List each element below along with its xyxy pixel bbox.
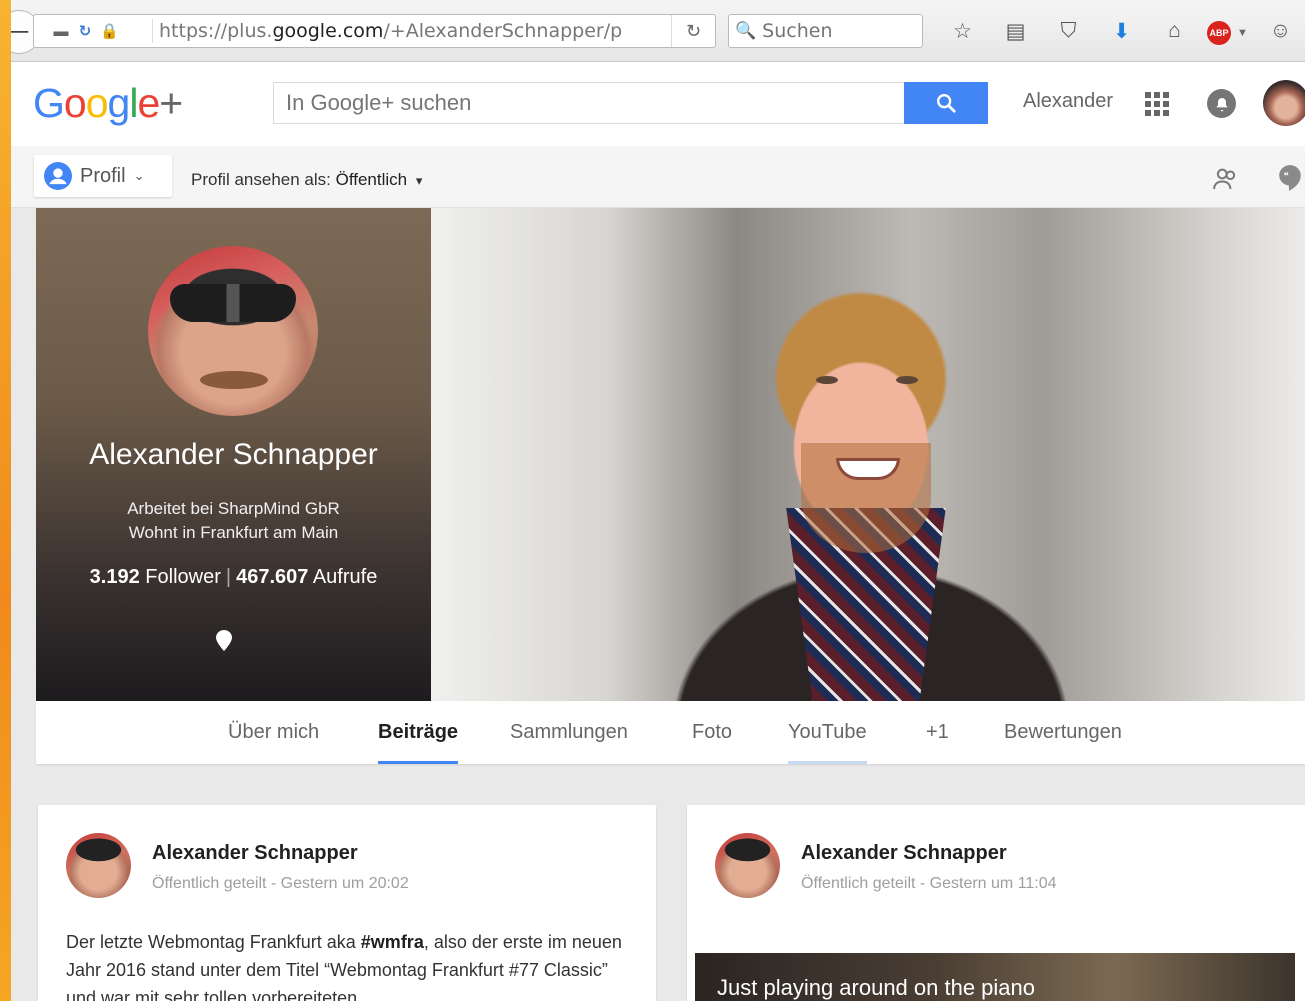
profile-work: Arbeitet bei SharpMind GbR: [127, 499, 340, 518]
tab-photos[interactable]: Foto: [692, 721, 732, 764]
url-text[interactable]: https://plus.google.com/+AlexanderSchnap…: [152, 19, 671, 43]
profile-menu-button[interactable]: Profil ⌄: [34, 155, 172, 197]
browser-toolbar: 🡐 ▬ ↻ 🔒 https://plus.google.com/+Alexand…: [11, 0, 1305, 62]
home-icon[interactable]: ⌂: [1148, 19, 1201, 43]
post-meta: Öffentlich geteilt - Gestern um 11:04: [801, 875, 1057, 892]
profile-tabs: Über mich Beiträge Sammlungen Foto YouTu…: [36, 701, 1305, 764]
tab-posts[interactable]: Beiträge: [378, 721, 459, 764]
followers-count: 3.192: [89, 566, 140, 588]
post-author-name[interactable]: Alexander Schnapper: [152, 842, 358, 865]
tab-reviews[interactable]: Bewertungen: [1004, 721, 1122, 764]
browser-toolbar-icons: ☆ ▤ ⛉ ⬇ ⌂ ABP ▼ ☺: [936, 14, 1305, 48]
bookmark-star-icon[interactable]: ☆: [936, 19, 989, 44]
url-bar-icons: ▬ ↻ 🔒: [34, 22, 152, 41]
apps-grid-icon[interactable]: [1145, 92, 1169, 116]
profile-cover: Alexander Schnapper Arbeitet bei SharpMi…: [36, 208, 1305, 701]
profile-name: Alexander Schnapper: [89, 438, 378, 471]
magnifier-icon: 🔍: [735, 21, 757, 40]
notifications-bell-icon[interactable]: [1207, 89, 1236, 118]
person-icon: [44, 162, 72, 190]
lock-icon[interactable]: 🔒: [100, 22, 119, 40]
search-icon: [937, 94, 956, 113]
video-title: Just playing around on the piano: [717, 975, 1036, 1000]
post-author-avatar[interactable]: [715, 833, 780, 898]
gplus-header: Google+ Alexander: [11, 62, 1305, 146]
profile-info-panel: Alexander Schnapper Arbeitet bei SharpMi…: [36, 208, 431, 701]
hashtag-link[interactable]: #wmfra: [361, 932, 424, 952]
profile-subbar: Profil ⌄ Profil ansehen als: Öffentlich …: [11, 146, 1305, 208]
profile-avatar[interactable]: [148, 246, 318, 416]
back-arrow-icon: 🡐: [11, 19, 31, 45]
chat-bubble-icon[interactable]: ☺: [1254, 19, 1305, 43]
user-name-link[interactable]: Alexander: [1023, 90, 1113, 113]
people-icon[interactable]: [1211, 164, 1241, 201]
adblock-icon[interactable]: ABP ▼: [1201, 18, 1254, 45]
browser-search-input[interactable]: [762, 20, 913, 42]
views-count: 467.607: [236, 566, 309, 588]
page-icon: ▬: [53, 22, 69, 40]
gplus-logo[interactable]: Google+: [33, 80, 183, 127]
video-thumbnail[interactable]: Just playing around on the piano: [695, 953, 1295, 1001]
pocket-icon[interactable]: ⛉: [1042, 19, 1095, 43]
reload-icon[interactable]: ↻: [671, 15, 715, 47]
adblock-dropdown-icon[interactable]: ▼: [1237, 27, 1248, 39]
location-pin-icon[interactable]: [214, 629, 234, 659]
post-author-avatar[interactable]: [66, 833, 131, 898]
chevron-down-icon: ▾: [415, 173, 423, 188]
post-card[interactable]: Alexander Schnapper Öffentlich geteilt -…: [38, 805, 656, 1001]
gplus-search-button[interactable]: [904, 82, 988, 124]
profile-home: Wohnt in Frankfurt am Main: [128, 523, 339, 542]
browser-window: 🡐 ▬ ↻ 🔒 https://plus.google.com/+Alexand…: [11, 0, 1305, 1001]
account-avatar[interactable]: [1263, 80, 1305, 126]
tab-plus-one[interactable]: +1: [926, 721, 949, 764]
post-meta: Öffentlich geteilt - Gestern um 20:02: [152, 875, 409, 892]
tab-collections[interactable]: Sammlungen: [510, 721, 628, 764]
post-card[interactable]: Alexander Schnapper Öffentlich geteilt -…: [687, 805, 1305, 1001]
profile-menu-label: Profil: [80, 164, 126, 187]
cover-photo: [431, 208, 1305, 701]
view-as-selector[interactable]: Profil ansehen als: Öffentlich ▾: [191, 170, 422, 190]
reading-list-icon[interactable]: ▤: [989, 19, 1042, 44]
url-bar[interactable]: ▬ ↻ 🔒 https://plus.google.com/+Alexander…: [33, 14, 716, 48]
gplus-search-box[interactable]: [273, 82, 905, 124]
gplus-search-input[interactable]: [286, 90, 886, 116]
hangouts-icon[interactable]: ❝: [1277, 164, 1303, 199]
tab-about[interactable]: Über mich: [228, 721, 319, 764]
post-author-name[interactable]: Alexander Schnapper: [801, 842, 1007, 865]
chevron-down-icon: ⌄: [133, 168, 145, 183]
tab-youtube[interactable]: YouTube: [788, 721, 867, 764]
profile-stats[interactable]: 3.192 Follower | 467.607 Aufrufe: [36, 566, 431, 589]
browser-search-bar[interactable]: 🔍: [728, 14, 923, 48]
refresh-page-icon[interactable]: ↻: [76, 22, 94, 40]
post-body-text: Der letzte Webmontag Frankfurt aka #wmfr…: [66, 932, 622, 1001]
download-icon[interactable]: ⬇: [1095, 19, 1148, 44]
svg-text:❝: ❝: [1284, 171, 1289, 182]
